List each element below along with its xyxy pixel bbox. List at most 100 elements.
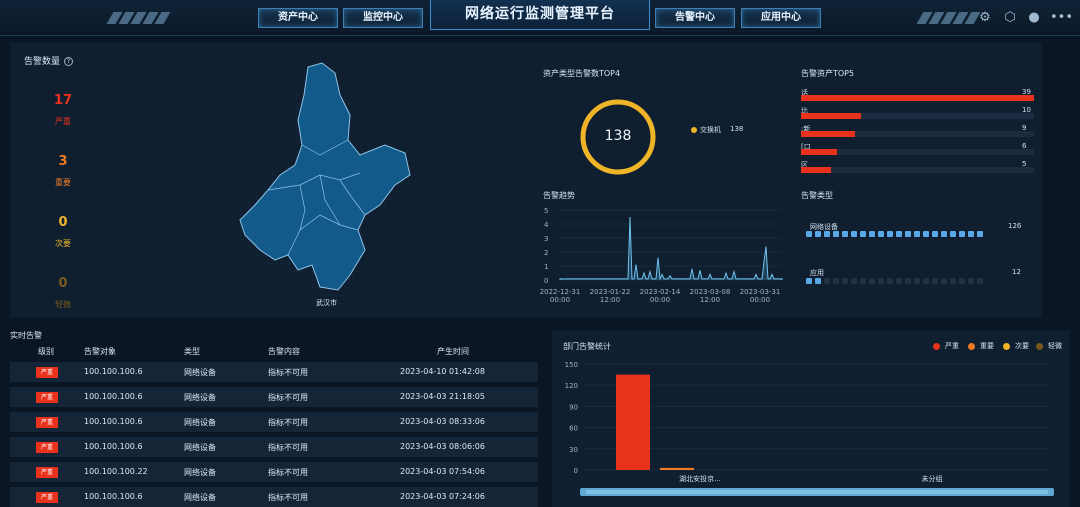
table-row[interactable]: 严重 100.100.100.6 网络设备 指标不可用 2023-04-03 21:18… (10, 387, 538, 407)
stat-major-label: 重要 (55, 178, 71, 187)
col-type: 类型 (184, 347, 200, 356)
legend-warning-dot (1036, 342, 1043, 350)
legend-minor-label: 次要 (1015, 342, 1029, 350)
alarm-type-dot (941, 278, 947, 284)
legend-minor[interactable]: 次要 (1003, 341, 1029, 351)
gear-icon[interactable]: ⚙ (977, 10, 993, 26)
alarm-type-dot (851, 231, 857, 237)
alarm-type-dot (977, 231, 983, 237)
legend-critical[interactable]: 严重 (933, 341, 959, 351)
trend-ytick: 4 (544, 221, 549, 229)
alarm-type-title: 告警类型 (801, 191, 833, 200)
dept-ytick: 30 (569, 446, 578, 454)
legend-critical-label: 严重 (945, 342, 959, 350)
alarm-type-dot (824, 278, 830, 284)
alarm-type-dot (860, 278, 866, 284)
trend-xtick: 2023-03-08 (690, 288, 731, 296)
trend-ytick: 3 (544, 235, 548, 243)
legend-switch-label: 交换机 (700, 126, 721, 134)
table-row[interactable]: 严重 100.100.100.22 网络设备 指标不可用 2023-04-03 07:5… (10, 462, 538, 482)
alarm-type-dot (914, 278, 920, 284)
row-time: 2023-04-03 21:18:05 (400, 392, 485, 401)
legend-warning-label: 轻微 (1048, 342, 1062, 350)
stat-warning-label: 轻微 (55, 300, 71, 309)
alarm-type-dot (842, 231, 848, 237)
top5-bar[interactable] (801, 113, 861, 119)
top-header: 资产中心 监控中心 网络运行监测管理平台 告警中心 应用中心 ⚙ ⬡ ● ••• (0, 0, 1080, 36)
asset-type-total: 138 (604, 128, 632, 144)
dept-category-label: 湖北安投京... (679, 474, 721, 483)
dept-ytick: 0 (574, 467, 578, 475)
nav-asset-center[interactable]: 资产中心 (258, 8, 338, 28)
trend-chart[interactable]: 5432102022-12-3100:002023-01-2212:002023… (540, 202, 790, 312)
trend-xtick: 00:00 (750, 296, 770, 304)
row-content: 指标不可用 (268, 368, 308, 377)
stat-critical-label: 严重 (55, 117, 71, 126)
row-target: 100.100.100.6 (84, 492, 143, 501)
trend-xtick: 2023-01-22 (590, 288, 631, 296)
severity-badge: 严重 (36, 367, 58, 378)
legend-major[interactable]: 重要 (968, 341, 994, 351)
user-icon[interactable]: ● (1026, 10, 1042, 26)
top5-bar[interactable] (801, 95, 1034, 101)
stat-warning-value: 0 (58, 276, 68, 291)
trend-xtick: 2023-03-31 (740, 288, 781, 296)
top5-bar[interactable] (801, 131, 855, 137)
alarm-type-dot (878, 231, 884, 237)
wuhan-map[interactable] (200, 55, 500, 305)
table-row[interactable]: 严重 100.100.100.6 网络设备 指标不可用 2023-04-03 07:24… (10, 487, 538, 507)
nav-app-center[interactable]: 应用中心 (741, 8, 821, 28)
alarm-type-dot (959, 231, 965, 237)
row-target: 100.100.100.6 (84, 442, 143, 451)
alarm-type-dot (977, 278, 983, 284)
alarm-type-network-dots (806, 231, 983, 237)
row-type: 网络设备 (184, 393, 216, 402)
alarm-type-dot (842, 278, 848, 284)
top5-bar[interactable] (801, 167, 831, 173)
top5-bar-track (801, 167, 1034, 173)
more-icon[interactable]: ••• (1050, 10, 1073, 26)
row-target: 100.100.100.6 (84, 417, 143, 426)
alarm-type-dot (851, 278, 857, 284)
row-time: 2023-04-10 01:42:08 (400, 367, 485, 376)
stat-critical: 17 严重 (48, 93, 78, 127)
alarm-type-dot (905, 278, 911, 284)
alarm-type-dot (932, 231, 938, 237)
trend-ytick: 2 (544, 249, 548, 257)
alarm-type-app-label: 应用 (810, 269, 824, 277)
row-time: 2023-04-03 08:06:06 (400, 442, 485, 451)
top5-bar[interactable] (801, 149, 837, 155)
alarm-type-dot (914, 231, 920, 237)
header-decoration-right (916, 12, 981, 24)
alarm-type-dot (959, 278, 965, 284)
cube-icon[interactable]: ⬡ (1002, 10, 1018, 26)
asset-top5-title: 告警资产TOP5 (801, 69, 855, 78)
legend-switch-value: 138 (730, 125, 744, 133)
help-icon[interactable]: ? (64, 57, 74, 66)
dept-bar[interactable] (616, 374, 650, 470)
dept-chart-title: 部门告警统计 (563, 342, 611, 351)
table-row[interactable]: 严重 100.100.100.6 网络设备 指标不可用 2023-04-10 01:42… (10, 362, 538, 382)
trend-title: 告警趋势 (543, 191, 575, 200)
trend-ytick: 1 (544, 263, 548, 271)
nav-monitor-center[interactable]: 监控中心 (343, 8, 423, 28)
row-time: 2023-04-03 07:24:06 (400, 492, 485, 501)
trend-xtick: 12:00 (600, 296, 620, 304)
legend-warning[interactable]: 轻微 (1036, 341, 1062, 351)
nav-alarm-center[interactable]: 告警中心 (655, 8, 735, 28)
stat-major: 3 重要 (48, 154, 78, 188)
dashboard: 资产中心 监控中心 网络运行监测管理平台 告警中心 应用中心 ⚙ ⬡ ● •••… (0, 0, 1080, 507)
chart-scrollbar-thumb[interactable] (586, 490, 1048, 494)
severity-badge: 严重 (36, 492, 58, 503)
col-target: 告警对象 (84, 347, 116, 356)
alarm-type-dot (806, 278, 812, 284)
page-title: 网络运行监测管理平台 (430, 0, 650, 30)
asset-type-title: 资产类型告警数TOP4 (543, 69, 621, 78)
dept-bar[interactable] (660, 467, 694, 470)
alarm-type-dot (833, 231, 839, 237)
dept-bar-chart[interactable]: 150 120 90 60 30 0 湖北安投京... 未分组 (556, 356, 1056, 486)
table-row[interactable]: 严重 100.100.100.6 网络设备 指标不可用 2023-04-03 08:06… (10, 437, 538, 457)
row-type: 网络设备 (184, 418, 216, 427)
dept-ytick: 150 (565, 361, 578, 369)
table-row[interactable]: 严重 100.100.100.6 网络设备 指标不可用 2023-04-03 08:33… (10, 412, 538, 432)
